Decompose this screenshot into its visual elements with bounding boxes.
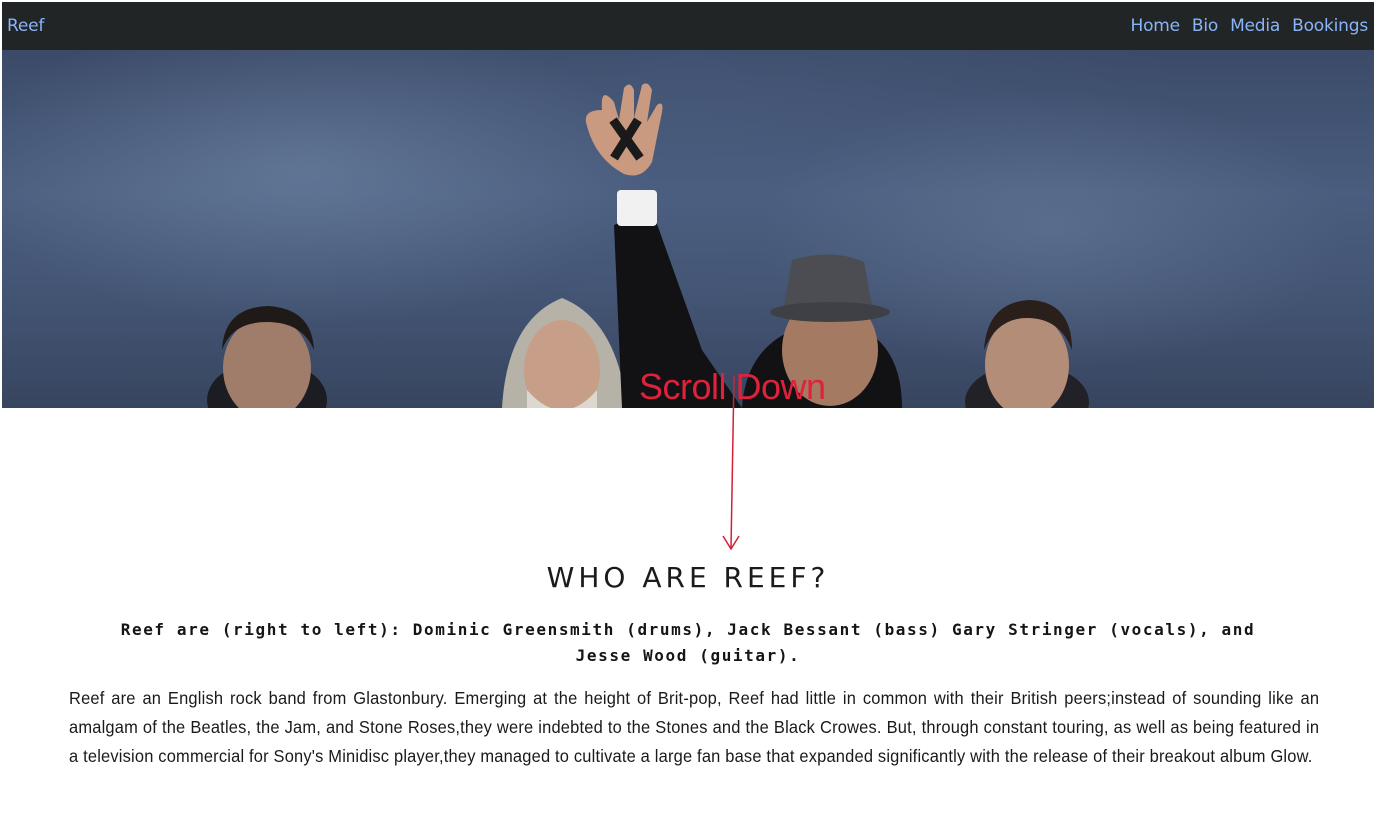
band-member-figure xyxy=(502,298,627,408)
members-caption: Reef are (right to left): Dominic Greens… xyxy=(120,620,1256,665)
nav-link-bookings[interactable]: Bookings xyxy=(1292,16,1368,36)
section-title: WHO ARE REEF? xyxy=(546,561,830,594)
nav-link-media[interactable]: Media xyxy=(1230,16,1280,36)
arrow-down-icon xyxy=(722,376,740,551)
bio-paragraph: Reef are an English rock band from Glast… xyxy=(69,688,1320,766)
nav-link-bio[interactable]: Bio xyxy=(1192,16,1218,36)
band-photo-illustration xyxy=(207,83,1089,408)
brand-link[interactable]: Reef xyxy=(7,16,44,36)
hero-image: Scroll Down xyxy=(2,50,1374,408)
nav-links: Home Bio Media Bookings xyxy=(1130,16,1368,36)
nav-link-home[interactable]: Home xyxy=(1130,16,1180,36)
band-member-figure xyxy=(207,306,327,408)
page: Reef Home Bio Media Bookings Scroll Down… xyxy=(0,0,1376,814)
band-member-figure xyxy=(585,83,902,408)
band-member-figure xyxy=(965,300,1089,408)
navbar: Reef Home Bio Media Bookings xyxy=(2,2,1374,50)
